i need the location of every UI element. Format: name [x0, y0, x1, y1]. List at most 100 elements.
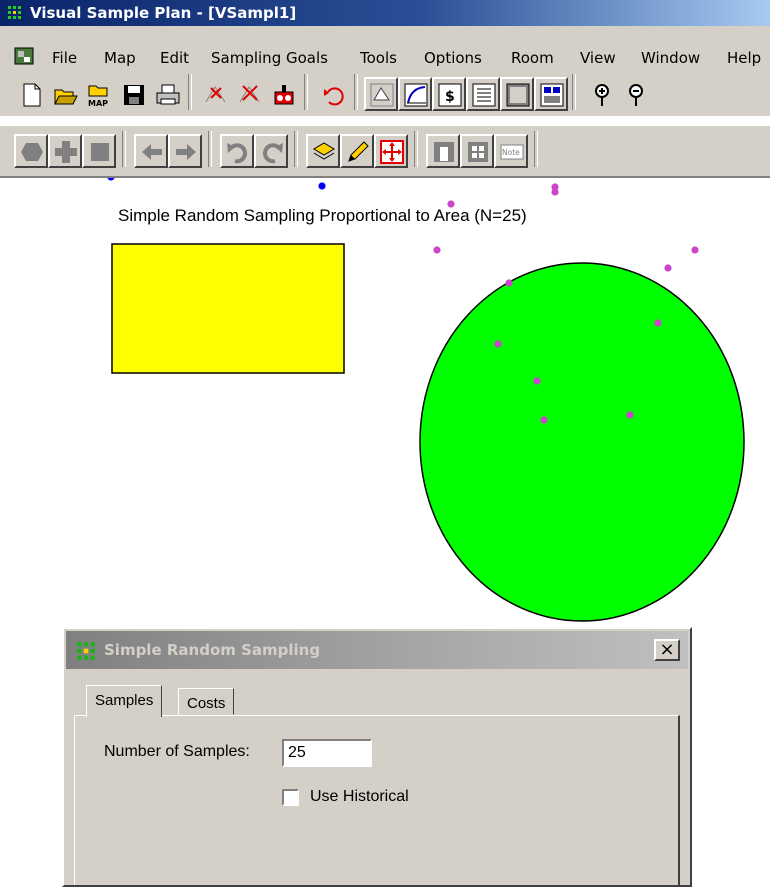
- menu-sampling-goals[interactable]: Sampling Goals: [211, 49, 328, 67]
- arrow-left-button[interactable]: [134, 134, 168, 168]
- graph-view-button[interactable]: [398, 77, 432, 111]
- sampling-area-ellipse[interactable]: [419, 262, 745, 622]
- sampling-area-rectangle[interactable]: [111, 243, 345, 374]
- menu-help[interactable]: Help: [727, 49, 761, 67]
- remove-sample-button[interactable]: [232, 77, 266, 111]
- drawing-toolbar: Note: [0, 126, 770, 178]
- sample-point[interactable]: [691, 246, 699, 254]
- menu-map[interactable]: Map: [104, 49, 136, 67]
- pin-icon: [595, 84, 609, 106]
- plus-draw-button[interactable]: [48, 134, 82, 168]
- menu-edit[interactable]: Edit: [160, 49, 189, 67]
- sample-point[interactable]: [626, 411, 634, 419]
- use-historical-checkbox[interactable]: [282, 789, 299, 806]
- note-label: Note: [502, 148, 520, 157]
- undo-icon: [324, 87, 344, 106]
- polygon-draw-button[interactable]: [14, 134, 48, 168]
- tab-samples[interactable]: Samples: [86, 685, 163, 717]
- sample-point[interactable]: [433, 246, 441, 254]
- layers-icon: [313, 142, 335, 160]
- graph-view-icon: [404, 83, 428, 107]
- remove-sample-icon: [239, 85, 260, 103]
- map-view-button[interactable]: [364, 77, 398, 111]
- menu-room[interactable]: Room: [511, 49, 554, 67]
- arrow-right-icon: [176, 144, 196, 160]
- sample-point[interactable]: [654, 319, 662, 327]
- frame-strip: [0, 26, 770, 38]
- document-map-icon[interactable]: [14, 47, 36, 67]
- open-map-button[interactable]: MAP: [82, 77, 116, 111]
- pencil-icon: [348, 141, 369, 162]
- simple-random-sampling-dialog: Simple Random Sampling × Samples Costs N…: [62, 627, 692, 887]
- toolbar-separator: [572, 74, 576, 110]
- add-sample-icon: [205, 86, 226, 103]
- window-title: Visual Sample Plan - [VSampl1]: [30, 4, 297, 22]
- sample-point[interactable]: [533, 377, 541, 385]
- toolbar-separator: [534, 131, 538, 167]
- open-map-icon: MAP: [88, 85, 108, 108]
- square-draw-icon: [91, 143, 109, 161]
- curve-left-button[interactable]: [220, 134, 254, 168]
- note-button[interactable]: Note: [494, 134, 528, 168]
- sample-point[interactable]: [505, 279, 513, 287]
- move-button[interactable]: [374, 134, 408, 168]
- plus-draw-icon: [55, 141, 77, 163]
- toolbar-separator: [122, 131, 126, 167]
- new-file-button[interactable]: [14, 77, 48, 111]
- arrow-left-icon: [142, 144, 162, 160]
- grid-single-button[interactable]: [426, 134, 460, 168]
- data-view-button[interactable]: [500, 77, 534, 111]
- map-view-icon: [370, 83, 394, 107]
- sample-point[interactable]: [551, 188, 559, 196]
- menu-window[interactable]: Window: [641, 49, 700, 67]
- sample-point[interactable]: [494, 340, 502, 348]
- svg-text:MAP: MAP: [88, 99, 108, 108]
- tab-costs[interactable]: Costs: [178, 688, 235, 715]
- print-icon: [156, 84, 180, 105]
- coordinates-view-button[interactable]: [534, 77, 568, 111]
- app-grid-icon: [6, 4, 24, 22]
- square-draw-button[interactable]: [82, 134, 116, 168]
- pin-outline-button[interactable]: [618, 77, 652, 111]
- toolbar-separator: [208, 131, 212, 167]
- cost-view-button[interactable]: $: [432, 77, 466, 111]
- layers-button[interactable]: [306, 134, 340, 168]
- report-view-button[interactable]: [466, 77, 500, 111]
- curve-right-button[interactable]: [254, 134, 288, 168]
- rectangle-sample-points: [107, 178, 326, 190]
- svg-text:$: $: [445, 89, 455, 105]
- open-file-button[interactable]: [48, 77, 82, 111]
- number-of-samples-input[interactable]: [282, 739, 372, 767]
- menu-file[interactable]: File: [52, 49, 77, 67]
- menu-bar: File Map Edit Sampling Goals Tools Optio…: [0, 38, 770, 68]
- pin-button[interactable]: [584, 77, 618, 111]
- menu-options[interactable]: Options: [424, 49, 482, 67]
- robot-button[interactable]: [266, 77, 300, 111]
- add-sample-button[interactable]: [198, 77, 232, 111]
- arrow-right-button[interactable]: [168, 134, 202, 168]
- close-button[interactable]: ×: [654, 639, 680, 661]
- sample-point[interactable]: [664, 264, 672, 272]
- data-view-icon: [506, 83, 530, 107]
- pencil-button[interactable]: [340, 134, 374, 168]
- undo-button[interactable]: [316, 77, 350, 111]
- print-button[interactable]: [150, 77, 184, 111]
- grid-multi-icon: [468, 142, 488, 162]
- dialog-title-bar[interactable]: Simple Random Sampling ×: [66, 631, 688, 669]
- sampling-map[interactable]: [0, 178, 770, 628]
- dialog-grid-icon: [77, 642, 95, 660]
- sample-point[interactable]: [540, 416, 548, 424]
- menu-view[interactable]: View: [580, 49, 616, 67]
- close-icon: ×: [659, 639, 675, 660]
- save-button[interactable]: [116, 77, 150, 111]
- toolbar-separator: [304, 74, 308, 110]
- pin-outline-icon: [629, 84, 643, 106]
- grid-multi-button[interactable]: [460, 134, 494, 168]
- cost-view-icon: $: [438, 83, 462, 107]
- use-historical-label[interactable]: Use Historical: [310, 788, 409, 806]
- sample-point[interactable]: [107, 178, 115, 181]
- app-title-bar[interactable]: Visual Sample Plan - [VSampl1]: [0, 0, 770, 26]
- sample-point[interactable]: [447, 200, 455, 208]
- menu-tools[interactable]: Tools: [360, 49, 397, 67]
- sample-point[interactable]: [318, 182, 326, 190]
